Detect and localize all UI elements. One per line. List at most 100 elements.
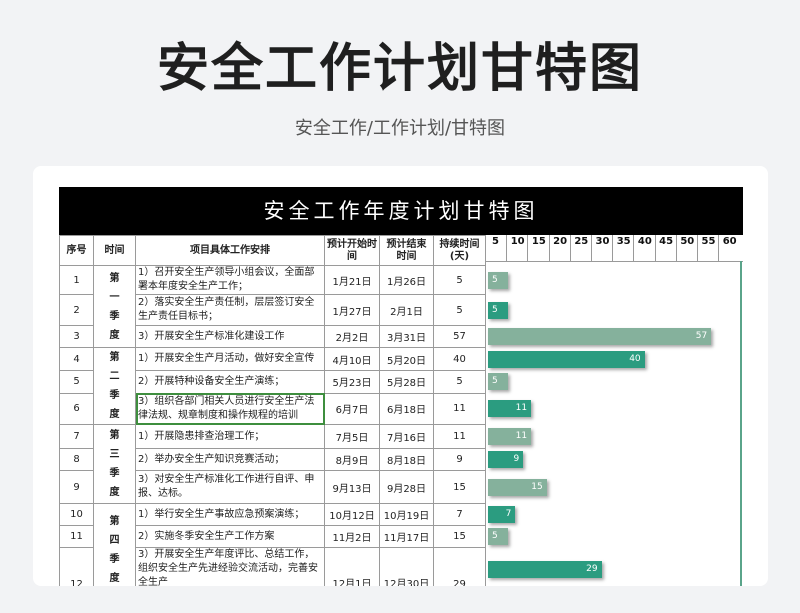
gantt-bar: 57 [488,328,712,345]
task-cell[interactable]: 2）实施冬季安全生产工作方案 [135,525,325,548]
gantt-axis: 5 10 15 20 25 30 35 40 45 50 55 60 [485,235,743,262]
axis-tick-label: 25 [569,235,592,261]
axis-tick-label: 15 [527,235,549,261]
header-time: 时间 [93,235,136,266]
task-cell[interactable]: 3）开展安全生产标准化建设工作 [135,325,325,348]
gantt-plot-area: 5 5 57 40 5 11 11 9 15 7 5 29 [485,261,742,586]
end-cell[interactable]: 6月18日 [379,392,434,426]
row-index[interactable]: 12 [59,547,94,586]
row-index[interactable]: 5 [59,370,94,394]
start-cell[interactable]: 5月23日 [324,370,380,394]
row-index[interactable]: 1 [59,265,94,295]
duration-cell[interactable]: 5 [433,370,486,394]
axis-tick-label: 60 [718,235,740,261]
gantt-bar: 5 [488,373,508,391]
gantt-bar: 7 [488,506,516,523]
row-index[interactable]: 10 [59,503,94,526]
gantt-bar: 15 [488,478,547,496]
row-index[interactable]: 3 [59,325,94,348]
axis-tick-label: 35 [612,235,634,261]
axis-tick-label: 55 [697,235,719,261]
end-cell[interactable]: 9月28日 [379,470,434,504]
start-cell[interactable]: 6月7日 [324,392,380,426]
gantt-bar: 40 [488,350,645,368]
task-cell[interactable]: 2）开展特种设备安全生产演练； [135,370,325,394]
start-cell[interactable]: 1月27日 [324,294,380,326]
task-cell[interactable]: 1）召开安全生产领导小组会议，全面部署本年度安全生产工作； [135,265,325,295]
end-cell[interactable]: 7月16日 [379,424,434,449]
start-cell[interactable]: 9月13日 [324,470,380,504]
row-index[interactable]: 9 [59,470,94,504]
row-index[interactable]: 8 [59,448,94,471]
duration-cell[interactable]: 5 [433,265,486,295]
duration-cell[interactable]: 29 [433,547,486,586]
row-index[interactable]: 4 [59,346,94,372]
end-cell[interactable]: 1月26日 [379,265,434,295]
quarter-label: 第一季度 [109,272,120,341]
end-cell[interactable]: 12月30日 [379,547,434,586]
duration-cell[interactable]: 5 [433,294,486,326]
start-cell[interactable]: 2月2日 [324,325,380,348]
duration-cell[interactable]: 9 [433,448,486,471]
gantt-bar: 9 [488,451,524,468]
axis-tick-label: 10 [506,235,528,261]
duration-cell[interactable]: 11 [433,392,486,426]
row-index[interactable]: 7 [59,424,94,449]
end-cell[interactable]: 10月19日 [379,503,434,526]
task-cell[interactable]: 2）举办安全生产知识竞赛活动； [135,448,325,471]
gantt-bar: 5 [488,528,508,545]
start-cell[interactable]: 4月10日 [324,346,380,372]
table-row[interactable]: 10 第四季度 1）举行安全生产事故应急预案演练； 10月12日 10月19日 … [59,503,486,586]
start-cell[interactable]: 7月5日 [324,424,380,449]
end-cell[interactable]: 11月17日 [379,525,434,548]
preview-card: 安全工作年度计划甘特图 序号 时间 项目具体工作安排 预计开始时间 预计结束时间… [33,166,768,586]
header-duration: 持续时间(天) [433,235,486,266]
duration-cell[interactable]: 11 [433,424,486,449]
axis-tick-label: 30 [591,235,613,261]
header-row: 序号 时间 项目具体工作安排 预计开始时间 预计结束时间 持续时间(天) [59,235,486,266]
row-index[interactable]: 11 [59,525,94,548]
row-index[interactable]: 2 [59,294,94,326]
gantt-chart: 5 10 15 20 25 30 35 40 45 50 55 60 5 5 57 40 5 11 11 9 15 7 5… [485,235,743,586]
task-cell[interactable]: 2）落实安全生产责任制，层层签订安全生产责任目标书； [135,294,325,326]
duration-cell[interactable]: 7 [433,503,486,526]
gantt-bar: 29 [488,560,602,578]
end-cell[interactable]: 5月20日 [379,346,434,372]
quarter-cell: 第三季度 [93,424,136,504]
quarter-label: 第三季度 [109,430,120,498]
axis-tick-label: 50 [675,235,698,261]
task-cell[interactable]: 3）开展安全生产年度评比、总结工作，组织安全生产先进经验交流活动，完善安全生产 [135,547,325,586]
start-cell[interactable]: 11月2日 [324,525,380,548]
start-cell[interactable]: 10月12日 [324,503,380,526]
task-cell[interactable]: 1）举行安全生产事故应急预案演练； [135,503,325,526]
task-cell-selected[interactable]: 3）组织各部门相关人员进行安全生产法律法规、规章制度和操作规程的培训 [135,392,325,426]
task-cell[interactable]: 1）开展隐患排查治理工作； [135,424,325,449]
gantt-bar: 11 [488,428,532,445]
task-text: 1）开展安全生产月活动，做好安全宣传工作； [138,353,315,365]
header-end: 预计结束时间 [379,235,434,266]
row-index[interactable]: 6 [59,392,94,426]
task-cell[interactable]: 3）对安全生产标准化工作进行自评、申报、达标。 [135,470,325,504]
gantt-bar: 11 [488,400,532,418]
end-cell[interactable]: 8月18日 [379,448,434,471]
table-row[interactable]: 4 第二季度 1）开展安全生产月活动，做好安全宣传工作； 4月10日 5月20日… [59,346,486,425]
sheet-banner: 安全工作年度计划甘特图 [59,187,743,235]
duration-cell[interactable]: 15 [433,470,486,504]
end-cell[interactable]: 5月28日 [379,370,434,394]
table-row[interactable]: 1 第一季度 1）召开安全生产领导小组会议，全面部署本年度安全生产工作； 1月2… [59,265,486,348]
duration-cell[interactable]: 15 [433,525,486,548]
table-row[interactable]: 7 第三季度 1）开展隐患排查治理工作； 7月5日 7月16日 11 [59,424,486,504]
duration-cell[interactable]: 57 [433,325,486,348]
quarter-cell: 第二季度 [93,347,136,425]
end-cell[interactable]: 2月1日 [379,294,434,326]
page-title: 安全工作计划甘特图 [156,39,643,99]
task-cell[interactable]: 1）开展安全生产月活动，做好安全宣传工作； [135,346,325,372]
gantt-bar: 5 [488,271,508,289]
quarter-label: 第二季度 [109,352,120,420]
start-cell[interactable]: 12月1日 [324,547,380,586]
spreadsheet: 安全工作年度计划甘特图 序号 时间 项目具体工作安排 预计开始时间 预计结束时间… [59,187,743,586]
end-cell[interactable]: 3月31日 [379,325,434,348]
start-cell[interactable]: 8月9日 [324,448,380,471]
duration-cell[interactable]: 40 [433,346,486,372]
start-cell[interactable]: 1月21日 [324,265,380,295]
